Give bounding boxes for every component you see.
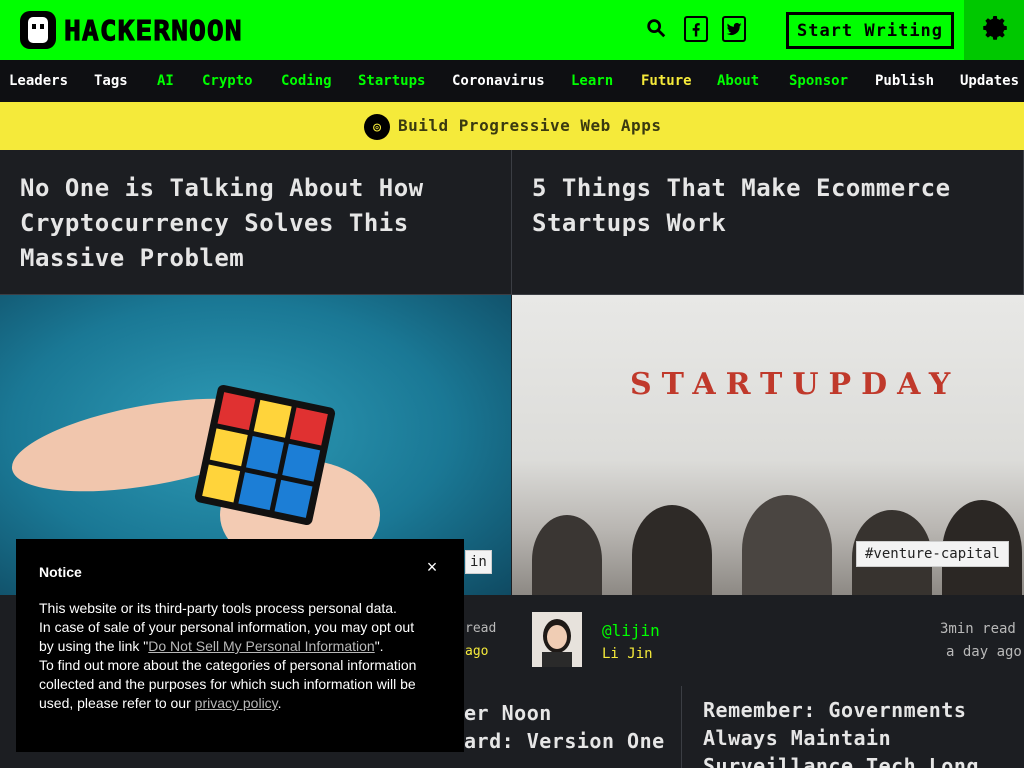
- story-tag[interactable]: in: [465, 550, 492, 574]
- story-title-line[interactable]: Remember: Governments: [703, 698, 966, 722]
- notice-body: This website or its third-party tools pr…: [39, 599, 419, 713]
- startup-day-sign: STARTUPDAY: [630, 367, 961, 402]
- nav-item-learn[interactable]: Learn: [570, 72, 614, 92]
- story-title-line: 5 Things That Make Ecommerce: [532, 174, 951, 202]
- close-button[interactable]: ×: [422, 556, 442, 578]
- settings-toggle[interactable]: [964, 0, 1024, 60]
- story-title-line: No One is Talking About How: [20, 174, 424, 202]
- story-title-line: Startups Work: [532, 209, 727, 237]
- story-card: Remember: Governments Always Maintain Su…: [683, 686, 1024, 768]
- category-nav: Leaders Tags AI Crypto Coding Startups C…: [0, 60, 1024, 102]
- facebook-icon[interactable]: [684, 16, 708, 42]
- story-title-line: Cryptocurrency Solves This: [20, 209, 409, 237]
- top-header: HACKERNOON Start Writing: [0, 0, 1024, 60]
- nav-item-coronavirus[interactable]: Coronavirus: [451, 72, 546, 92]
- posted-time: a day ago: [946, 644, 1022, 660]
- story-meta: [512, 596, 1024, 686]
- nav-item-publish[interactable]: Publish: [874, 72, 935, 92]
- promo-banner-link[interactable]: Build Progressive Web Apps: [398, 116, 661, 135]
- gear-icon: [977, 11, 1011, 49]
- brand-name: HACKERNOON: [64, 13, 243, 47]
- promo-banner: ◎ Build Progressive Web Apps: [0, 102, 1024, 150]
- story-card: 5 Things That Make Ecommerce Startups Wo…: [512, 150, 1024, 295]
- notice-text: ".: [374, 638, 384, 654]
- notice-text: .: [277, 695, 282, 711]
- nav-item-tags[interactable]: Tags: [93, 72, 129, 92]
- story-title[interactable]: 5 Things That Make Ecommerce Startups Wo…: [532, 171, 951, 241]
- nav-item-startups[interactable]: Startups: [357, 72, 426, 92]
- nav-item-leaders[interactable]: Leaders: [8, 72, 69, 92]
- story-title[interactable]: No One is Talking About How Cryptocurren…: [20, 171, 424, 276]
- posted-time: ago: [465, 644, 489, 659]
- privacy-policy-link[interactable]: privacy policy: [195, 695, 278, 711]
- story-title-line[interactable]: Always Maintain: [703, 726, 891, 750]
- do-not-sell-link[interactable]: Do Not Sell My Personal Information: [148, 638, 374, 654]
- search-icon[interactable]: [644, 14, 668, 42]
- avatar[interactable]: [532, 612, 582, 667]
- notice-text: This website or its third-party tools pr…: [39, 600, 397, 616]
- author-handle[interactable]: @lijin: [602, 621, 660, 640]
- nav-item-crypto[interactable]: Crypto: [201, 72, 254, 92]
- sponsor-badge-icon[interactable]: ◎: [364, 114, 390, 140]
- story-tag[interactable]: #venture-capital: [856, 541, 1009, 567]
- story-title-line: Massive Problem: [20, 244, 245, 272]
- author-name[interactable]: Li Jin: [602, 646, 653, 662]
- notice-title: Notice: [39, 564, 82, 580]
- nav-item-about[interactable]: About: [716, 72, 760, 92]
- start-writing-button[interactable]: Start Writing: [786, 12, 954, 49]
- notice-text: In case of sale of your personal informa…: [39, 618, 419, 656]
- privacy-notice-dialog: Notice × This website or its third-party…: [16, 539, 464, 752]
- hackernoon-logo-icon: [20, 11, 56, 49]
- author-avatar-image: [532, 612, 582, 667]
- story-title-line[interactable]: ard: Version One: [464, 729, 665, 753]
- notice-text: To find out more about the categories of…: [39, 656, 419, 713]
- brand-logo[interactable]: HACKERNOON: [20, 10, 243, 50]
- read-time: read: [465, 621, 497, 636]
- twitter-icon[interactable]: [722, 16, 746, 42]
- nav-item-coding[interactable]: Coding: [280, 72, 333, 92]
- nav-item-ai[interactable]: AI: [156, 72, 175, 92]
- nav-item-sponsor[interactable]: Sponsor: [788, 72, 849, 92]
- story-title-line[interactable]: er Noon: [464, 701, 552, 725]
- story-title-line[interactable]: Surveillance Tech Long: [703, 754, 979, 768]
- read-time: 3min read: [940, 621, 1016, 637]
- nav-item-future[interactable]: Future: [640, 72, 693, 92]
- nav-item-updates[interactable]: Updates: [959, 72, 1020, 92]
- story-card: No One is Talking About How Cryptocurren…: [0, 150, 512, 295]
